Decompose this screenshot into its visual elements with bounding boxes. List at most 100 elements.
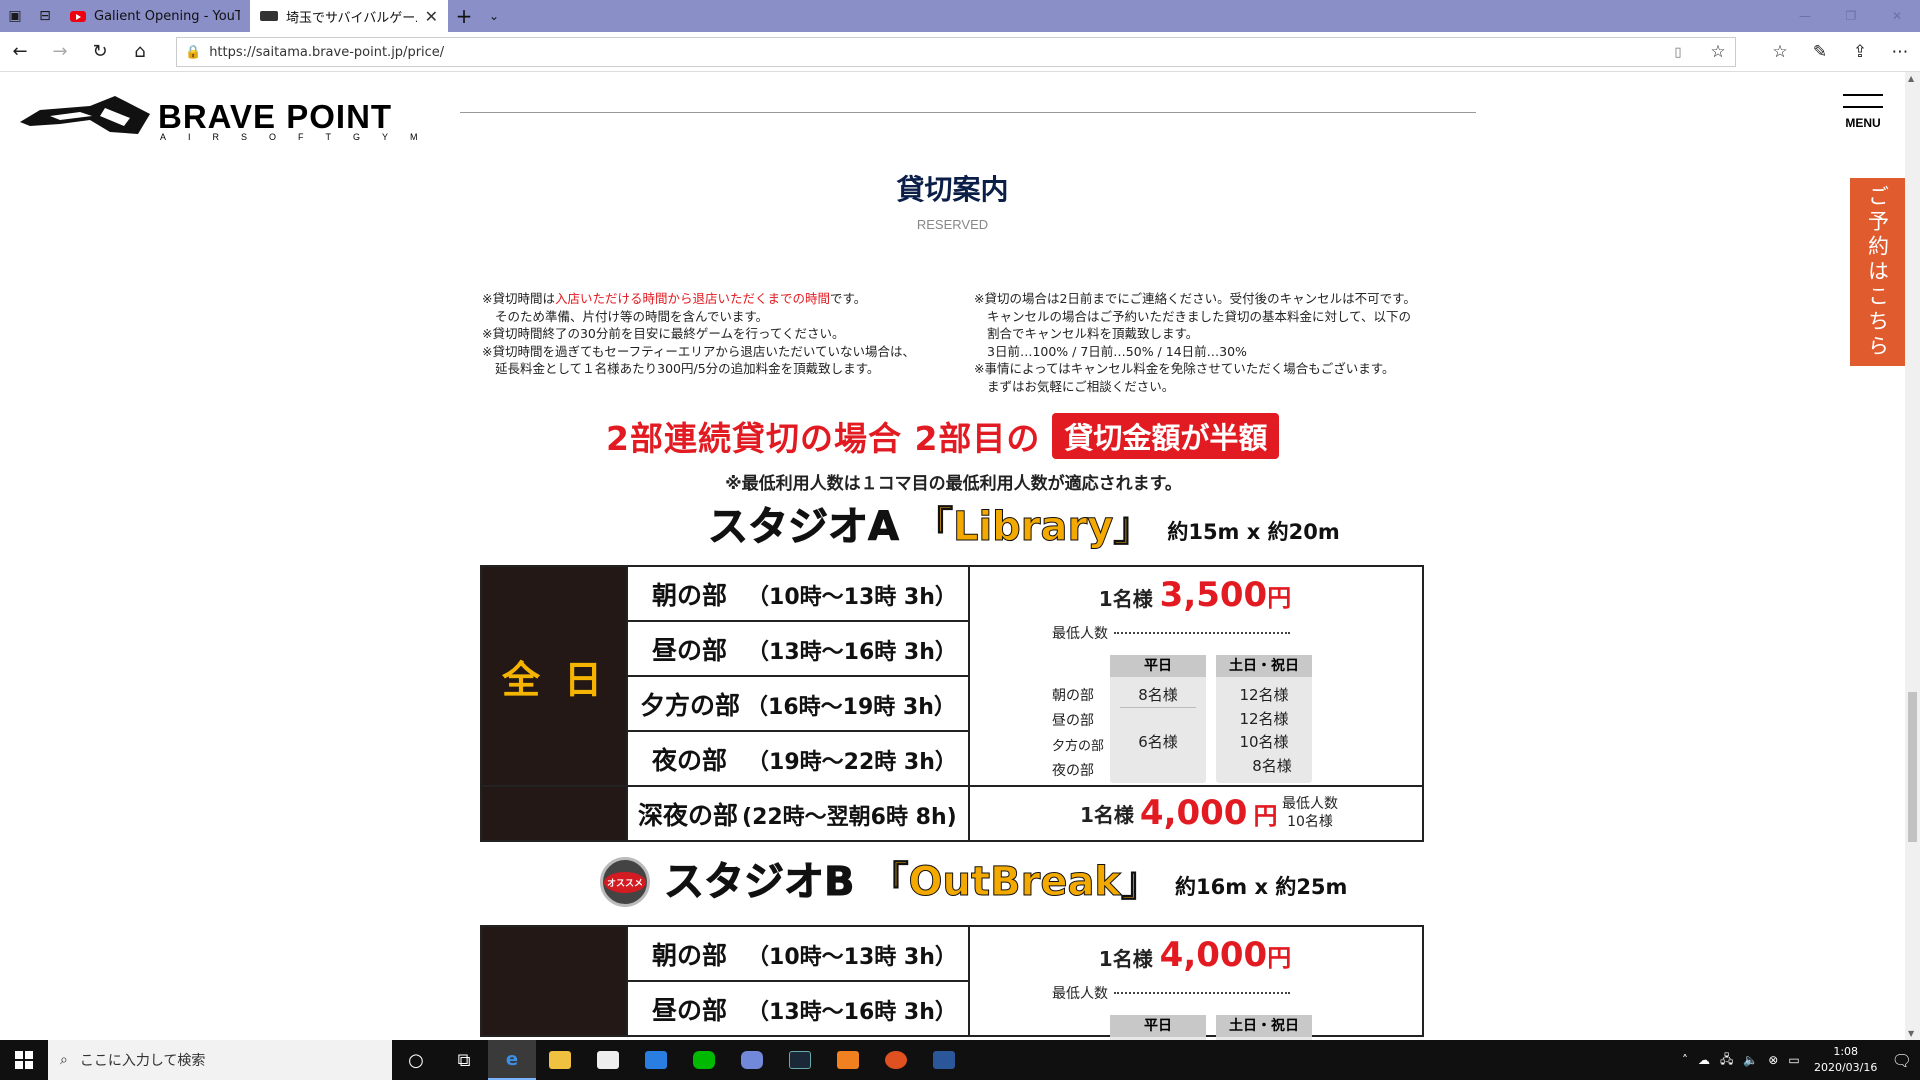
slot-name: 昼の部 <box>652 635 728 665</box>
minimize-button[interactable]: — <box>1782 9 1828 23</box>
tab-preview-chevron-icon[interactable]: ⌄ <box>480 9 508 23</box>
studio-b-size: 約16m x 約25m <box>1175 875 1348 899</box>
studio-b-name: スタジオB <box>664 859 855 906</box>
tab-brave-point[interactable]: 埼玉でサバイバルゲームをす ✕ <box>250 0 448 32</box>
studio-b-price-cell: 1名様 4,000円 最低人数 平日 土日・祝日 <box>968 925 1424 1040</box>
slot-name: 昼の部 <box>652 995 728 1025</box>
tray-chevron-icon[interactable]: ˄ <box>1682 1053 1688 1067</box>
set-aside-tabs-icon[interactable]: ⊟ <box>30 0 60 32</box>
note-line: ※貸切時間終了の30分前を目安に最終ゲームを行ってください。 <box>482 326 845 341</box>
discord-icon[interactable] <box>728 1040 776 1080</box>
close-tab-icon[interactable]: ✕ <box>425 7 438 26</box>
price-yen: 円 <box>1253 801 1278 830</box>
notifications-icon[interactable]: 🗨 <box>1892 1051 1912 1070</box>
note-line: 割合でキャンセル料を頂戴致します。 <box>987 326 1199 341</box>
weekend-value: 12名様 <box>1239 710 1289 728</box>
file-explorer-icon[interactable] <box>536 1040 584 1080</box>
half-price-banner: 2部連続貸切の場合 2部目の 貸切金額が半額 <box>606 413 1280 459</box>
menu-button[interactable]: MENU <box>1840 94 1886 144</box>
price-value: 4,000 <box>1139 793 1248 833</box>
page-content: BRAVE POINT AIRSOFTGYM MENU ご予約はこちら 貸切案内… <box>0 72 1905 1040</box>
more-icon[interactable]: ⋯ <box>1880 32 1920 72</box>
clock[interactable]: 1:08 2020/03/16 <box>1810 1044 1882 1076</box>
tab-youtube[interactable]: Galient Opening - YouTube <box>60 0 250 32</box>
scroll-down-icon[interactable]: ▼ <box>1908 1029 1914 1038</box>
weekend-column: 土日・祝日 <box>1216 1015 1312 1040</box>
brave-point-favicon-icon <box>260 11 278 21</box>
tray-app-icon[interactable]: ⊗ <box>1768 1053 1778 1067</box>
clock-date: 2020/03/16 <box>1813 1061 1878 1074</box>
forward-button[interactable]: → <box>40 32 80 72</box>
volume-icon[interactable]: 🔈 <box>1743 1053 1758 1067</box>
logo-text: BRAVE POINT <box>158 98 393 135</box>
new-tab-button[interactable]: + <box>448 4 480 28</box>
slot-daytime: 昼の部 （13時〜16時 3h） <box>626 620 970 677</box>
tab-title: 埼玉でサバイバルゲームをす <box>286 10 417 26</box>
line-icon[interactable] <box>680 1040 728 1080</box>
tab-title: Galient Opening - YouTube <box>94 8 240 24</box>
windows-start-icon[interactable] <box>0 1040 48 1080</box>
reading-view-icon[interactable]: ▯ <box>1663 45 1693 60</box>
home-button[interactable]: ⌂ <box>120 32 160 72</box>
network-icon[interactable]: 🖧 <box>1720 1050 1733 1071</box>
page-title: 貸切案内 <box>896 173 1009 206</box>
ime-icon[interactable]: ▭ <box>1788 1053 1799 1067</box>
cortana-icon[interactable]: ○ <box>392 1040 440 1080</box>
tab-actions-icon[interactable]: ▣ <box>0 0 30 32</box>
banner-note: ※最低利用人数は１コマ目の最低利用人数が適応されます。 <box>725 474 1182 494</box>
app-fox-icon[interactable] <box>872 1040 920 1080</box>
studio-b-room-name: 「OutBreak」 <box>868 859 1162 906</box>
slot-late-night: 深夜の部 (22時〜翌朝6時 8h) <box>626 785 970 842</box>
scrollbar-thumb[interactable] <box>1908 692 1917 842</box>
window-controls: — ❐ ✕ <box>1782 9 1920 23</box>
search-icon: ⌕ <box>60 1052 68 1068</box>
note-line: そのため準備、片付け等の時間を含んでいます。 <box>495 308 769 324</box>
steam-icon[interactable] <box>776 1040 824 1080</box>
store-icon[interactable] <box>584 1040 632 1080</box>
zenjitsu-label: 全日 <box>480 565 628 787</box>
row-label: 昼の部 <box>1052 713 1094 729</box>
share-icon[interactable]: ⇪ <box>1840 32 1880 72</box>
late-night-price-line: 1名様 4,000 円 <box>1080 793 1277 833</box>
note-line: 3日前…100% / 7日前…50% / 14日前…30% <box>987 343 1247 359</box>
address-bar: ← → ↻ ⌂ 🔒 https://saitama.brave-point.jp… <box>0 32 1920 72</box>
task-view-icon[interactable]: ⧉ <box>440 1040 488 1080</box>
youtube-favicon-icon <box>70 10 86 22</box>
close-window-button[interactable]: ✕ <box>1874 9 1920 23</box>
taskbar-search[interactable]: ⌕ ここに入力して検索 <box>48 1040 392 1080</box>
edge-icon[interactable]: e <box>488 1040 536 1080</box>
notes-pen-icon[interactable]: ✎ <box>1800 32 1840 72</box>
onedrive-icon[interactable]: ☁ <box>1698 1053 1710 1067</box>
mail-icon[interactable] <box>632 1040 680 1080</box>
page-scrollbar[interactable]: ▲ ▼ <box>1905 72 1920 1040</box>
weekday-header: 平日 <box>1110 1015 1206 1037</box>
note-line: ※事情によってはキャンセル料金を免除させていただく場合もございます。 <box>974 361 1395 376</box>
weekend-header: 土日・祝日 <box>1216 655 1312 677</box>
price-value: 3,500 <box>1159 575 1268 615</box>
scroll-up-icon[interactable]: ▲ <box>1908 74 1914 83</box>
favorites-icon[interactable]: ☆ <box>1760 32 1800 72</box>
price-label: 1名様 <box>1098 947 1153 971</box>
maximize-button[interactable]: ❐ <box>1828 9 1874 23</box>
app-orange-icon[interactable] <box>824 1040 872 1080</box>
dotted-leader <box>1114 632 1290 634</box>
hamburger-bar <box>1843 106 1883 108</box>
min-label: 最低人数 <box>1052 626 1108 642</box>
word-icon[interactable] <box>920 1040 968 1080</box>
studio-a-size: 約15m x 約20m <box>1167 520 1340 544</box>
min-label: 最低人数 <box>1052 986 1108 1002</box>
url-field[interactable]: 🔒 https://saitama.brave-point.jp/price/ … <box>176 37 1736 67</box>
slot-time: (22時〜翌朝6時 8h) <box>742 804 957 830</box>
slot-name: 朝の部 <box>652 580 728 610</box>
min-people-label: 最低人数 <box>1052 983 1290 1003</box>
weekend-value: 12名様 <box>1239 686 1289 704</box>
badge-text: オススメ <box>603 871 646 893</box>
favorite-star-icon[interactable]: ☆ <box>1701 42 1735 62</box>
back-button[interactable]: ← <box>0 32 40 72</box>
refresh-button[interactable]: ↻ <box>80 32 120 72</box>
min-label: 最低人数 <box>1282 796 1338 812</box>
slot-name: 夕方の部 <box>640 690 741 720</box>
slot-morning: 朝の部 （10時〜13時 3h） <box>626 925 970 982</box>
note-line: 延長料金として１名様あたり300円/5分の追加料金を頂戴致します。 <box>495 361 880 376</box>
price-value: 4,000 <box>1159 935 1268 975</box>
